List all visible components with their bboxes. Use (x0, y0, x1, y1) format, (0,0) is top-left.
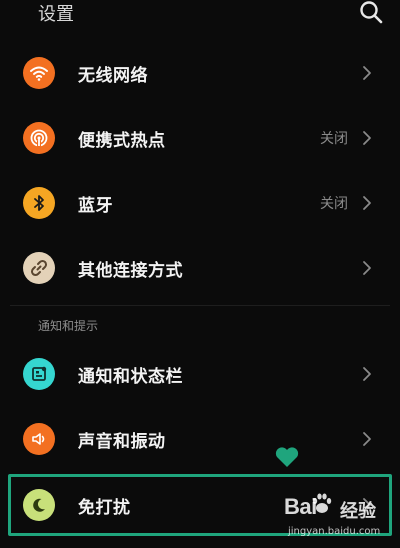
settings-item-label: 其他连接方式 (78, 260, 183, 281)
header: 设置 (0, 0, 400, 32)
watermark-url: jingyan.baidu.com (288, 526, 381, 537)
settings-screen: 设置 无线网络 便携式热点 关闭 蓝牙 关闭 其他连接方式 通知和提示 通知和状… (0, 0, 400, 548)
hotspot-icon (23, 122, 55, 154)
chevron-right-icon (360, 64, 374, 82)
page-title: 设置 (38, 4, 74, 25)
section-divider (10, 305, 390, 306)
settings-item-label: 通知和状态栏 (78, 366, 183, 387)
settings-item-value: 关闭 (320, 131, 348, 147)
settings-item-sound[interactable]: 声音和振动 (0, 406, 400, 472)
notification-icon (23, 358, 55, 390)
chevron-right-icon (360, 365, 374, 383)
watermark-brand: 经验 (340, 501, 376, 522)
chevron-right-icon (360, 430, 374, 448)
chevron-right-icon (360, 129, 374, 147)
settings-item-label: 声音和振动 (78, 431, 166, 452)
wifi-icon (23, 57, 55, 89)
search-icon[interactable] (358, 0, 384, 25)
heart-icon (274, 446, 300, 468)
settings-item-notifications[interactable]: 通知和状态栏 (0, 341, 400, 407)
paw-icon (311, 492, 333, 516)
link-icon (23, 252, 55, 284)
watermark: Bai 经验 jingyan.baidu.com (278, 488, 398, 544)
settings-item-value: 关闭 (320, 196, 348, 212)
settings-item-other-connections[interactable]: 其他连接方式 (0, 235, 400, 301)
settings-item-label: 蓝牙 (78, 195, 113, 216)
settings-item-wifi[interactable]: 无线网络 (0, 40, 400, 106)
settings-item-label: 便携式热点 (78, 130, 166, 151)
settings-item-bluetooth[interactable]: 蓝牙 关闭 (0, 170, 400, 236)
section-header: 通知和提示 (38, 319, 99, 333)
speaker-icon (23, 423, 55, 455)
chevron-right-icon (360, 194, 374, 212)
bluetooth-icon (23, 187, 55, 219)
settings-item-label: 无线网络 (78, 65, 148, 86)
settings-item-hotspot[interactable]: 便携式热点 关闭 (0, 105, 400, 171)
chevron-right-icon (360, 259, 374, 277)
